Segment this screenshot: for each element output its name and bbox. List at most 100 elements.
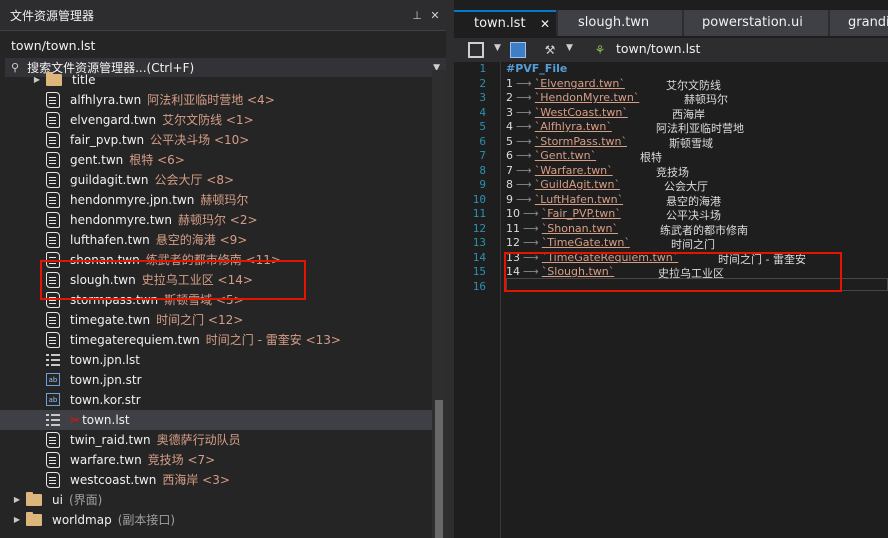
gutter-divider xyxy=(500,62,501,538)
tree-file[interactable]: guildagit.twn 公会大厅 <8> xyxy=(0,170,432,190)
file-label: town.kor.str xyxy=(70,390,141,410)
close-tab-icon[interactable]: ✕ xyxy=(540,12,550,36)
code-key: 11 xyxy=(506,222,520,235)
file-name: town.jpn.str xyxy=(70,373,142,387)
tab-town-lst[interactable]: town.lst ✕ xyxy=(454,10,556,36)
line-number: 12 xyxy=(472,222,486,235)
file-tree: ▶ title alfhlyra.twn 阿法利亚临时营地 <4> elvengard.… xyxy=(0,70,432,538)
tree-file[interactable]: hendonmyre.jpn.twn 赫顿玛尔 xyxy=(0,190,432,210)
file-description: 阿法利亚临时营地 <4> xyxy=(147,93,275,107)
tab-arrow: ⟶ xyxy=(516,193,532,206)
file-description: 悬空的海港 <9> xyxy=(155,233,248,247)
code-comment: 公平决斗场 xyxy=(666,209,721,222)
panel-splitter[interactable] xyxy=(446,0,454,538)
code-string: `Alfhlyra.twn` xyxy=(534,120,612,133)
file-description: (副本接口) xyxy=(117,513,176,527)
modified-icon: ✂ xyxy=(70,413,81,427)
file-label: fair_pvp.twn 公平决斗场 <10> xyxy=(70,130,249,150)
code-line: 11 ⟶ `Shonan.twn` 练武者的都市修南 xyxy=(506,222,748,237)
tree-file[interactable]: warfare.twn 竞技场 <7> xyxy=(0,450,432,470)
tree-file[interactable]: lufthafen.twn 悬空的海港 <9> xyxy=(0,230,432,250)
highlight-box xyxy=(504,252,842,292)
file-name: alfhlyra.twn xyxy=(70,93,142,107)
scrollbar-thumb[interactable] xyxy=(435,400,443,538)
chevron-right-icon[interactable]: ▶ xyxy=(12,510,22,530)
tree-file[interactable]: ab town.jpn.str xyxy=(0,370,432,390)
tab-slough-twn[interactable]: slough.twn xyxy=(558,10,682,36)
tree-file[interactable]: twin_raid.twn 奥德萨行动队员 xyxy=(0,430,432,450)
tree-folder[interactable]: ▶ worldmap (副本接口) xyxy=(0,510,432,530)
save-icon[interactable] xyxy=(510,42,526,58)
scroll-file-icon xyxy=(46,232,60,248)
tree-file[interactable]: gent.twn 根特 <6> xyxy=(0,150,432,170)
code-key: 9 xyxy=(506,193,513,206)
tree-file[interactable]: timegate.twn 时间之门 <12> xyxy=(0,310,432,330)
code-key: 1 xyxy=(506,77,513,90)
code-string: `Shonan.twn` xyxy=(541,222,618,235)
code-string: `Elvengard.twn` xyxy=(534,77,625,90)
tree-file[interactable]: alfhlyra.twn 阿法利亚临时营地 <4> xyxy=(0,90,432,110)
tab-arrow: ⟶ xyxy=(516,178,532,191)
tab-arrow: ⟶ xyxy=(516,77,532,90)
tree-file[interactable]: elvengard.twn 艾尔文防线 <1> xyxy=(0,110,432,130)
str-file-icon: ab xyxy=(46,393,60,406)
file-label: ✂ town.lst xyxy=(70,410,130,430)
line-number: 5 xyxy=(479,120,486,133)
line-number: 15 xyxy=(472,265,486,278)
file-name: timegaterequiem.twn xyxy=(70,333,200,347)
line-number: 10 xyxy=(472,193,486,206)
format-icon[interactable] xyxy=(468,42,484,58)
file-name: ui xyxy=(52,493,63,507)
tree-file[interactable]: hendonmyre.twn 赫顿玛尔 <2> xyxy=(0,210,432,230)
hammer-icon[interactable]: ⚒ xyxy=(542,42,558,58)
scroll-file-icon xyxy=(46,452,60,468)
tab-arrow: ⟶ xyxy=(523,207,539,220)
tree-folder[interactable]: ▶ ui (界面) xyxy=(0,490,432,510)
tree-file[interactable]: ✂ town.lst xyxy=(0,410,432,430)
tree-file[interactable]: timegaterequiem.twn 时间之门 - 雷奎安 <13> xyxy=(0,330,432,350)
scroll-file-icon xyxy=(46,432,60,448)
close-icon[interactable]: ✕ xyxy=(428,9,442,22)
file-label: elvengard.twn 艾尔文防线 <1> xyxy=(70,110,254,130)
tab-arrow: ⟶ xyxy=(523,236,539,249)
file-label: gent.twn 根特 <6> xyxy=(70,150,185,170)
file-name: town.lst xyxy=(82,413,130,427)
code-line: #PVF_File xyxy=(506,62,567,75)
file-name: lufthafen.twn xyxy=(70,233,150,247)
file-description: 西海岸 <3> xyxy=(162,473,230,487)
chevron-right-icon[interactable]: ▶ xyxy=(12,490,22,510)
code-editor[interactable]: #PVF_File 1 2 1 ⟶ `Elvengard.twn` 艾尔文防线 3 2 ⟶ `Hen… xyxy=(454,62,888,538)
tree-file[interactable]: town.jpn.lst xyxy=(0,350,432,370)
code-line: 4 ⟶ `Alfhlyra.twn` 阿法利亚临时营地 xyxy=(506,120,744,135)
tree-file[interactable]: fair_pvp.twn 公平决斗场 <10> xyxy=(0,130,432,150)
chevron-down-icon[interactable]: ▼ xyxy=(566,43,573,53)
code-line: 6 ⟶ `Gent.twn` 根特 xyxy=(506,149,662,164)
code-comment: 时间之门 xyxy=(671,238,715,251)
file-name: hendonmyre.twn xyxy=(70,213,172,227)
file-label: lufthafen.twn 悬空的海港 <9> xyxy=(70,230,247,250)
chevron-right-icon[interactable]: ▶ xyxy=(32,70,42,90)
code-line: 2 ⟶ `HendonMyre.twn` 赫顿玛尔 xyxy=(506,91,728,106)
tree-file[interactable]: ab town.kor.str xyxy=(0,390,432,410)
scroll-file-icon xyxy=(46,132,60,148)
tab-powerstation-ui[interactable]: powerstation.ui xyxy=(684,10,828,36)
code-line: 7 ⟶ `Warfare.twn` 竞技场 xyxy=(506,164,689,179)
scroll-file-icon xyxy=(46,152,60,168)
tree-file[interactable]: westcoast.twn 西海岸 <3> xyxy=(0,470,432,490)
explorer-title: 文件资源管理器 xyxy=(10,8,95,23)
tab-arrow: ⟶ xyxy=(516,120,532,133)
line-number: 2 xyxy=(479,77,486,90)
file-name: warfare.twn xyxy=(70,453,142,467)
line-number: 11 xyxy=(472,207,486,220)
file-label: timegate.twn 时间之门 <12> xyxy=(70,310,243,330)
code-comment: 赫顿玛尔 xyxy=(684,93,728,106)
file-description: 竞技场 <7> xyxy=(147,453,216,467)
tab-grandis[interactable]: grandis xyxy=(830,10,888,36)
vertical-scrollbar[interactable] xyxy=(432,70,446,538)
pin-icon[interactable]: ⊥ xyxy=(410,9,424,22)
code-line: 5 ⟶ `StormPass.twn` 斯顿雪域 xyxy=(506,135,713,150)
line-number: 13 xyxy=(472,236,486,249)
tree-folder[interactable]: ▶ title xyxy=(0,70,432,90)
scroll-file-icon xyxy=(46,312,60,328)
chevron-down-icon[interactable]: ▼ xyxy=(494,43,501,53)
